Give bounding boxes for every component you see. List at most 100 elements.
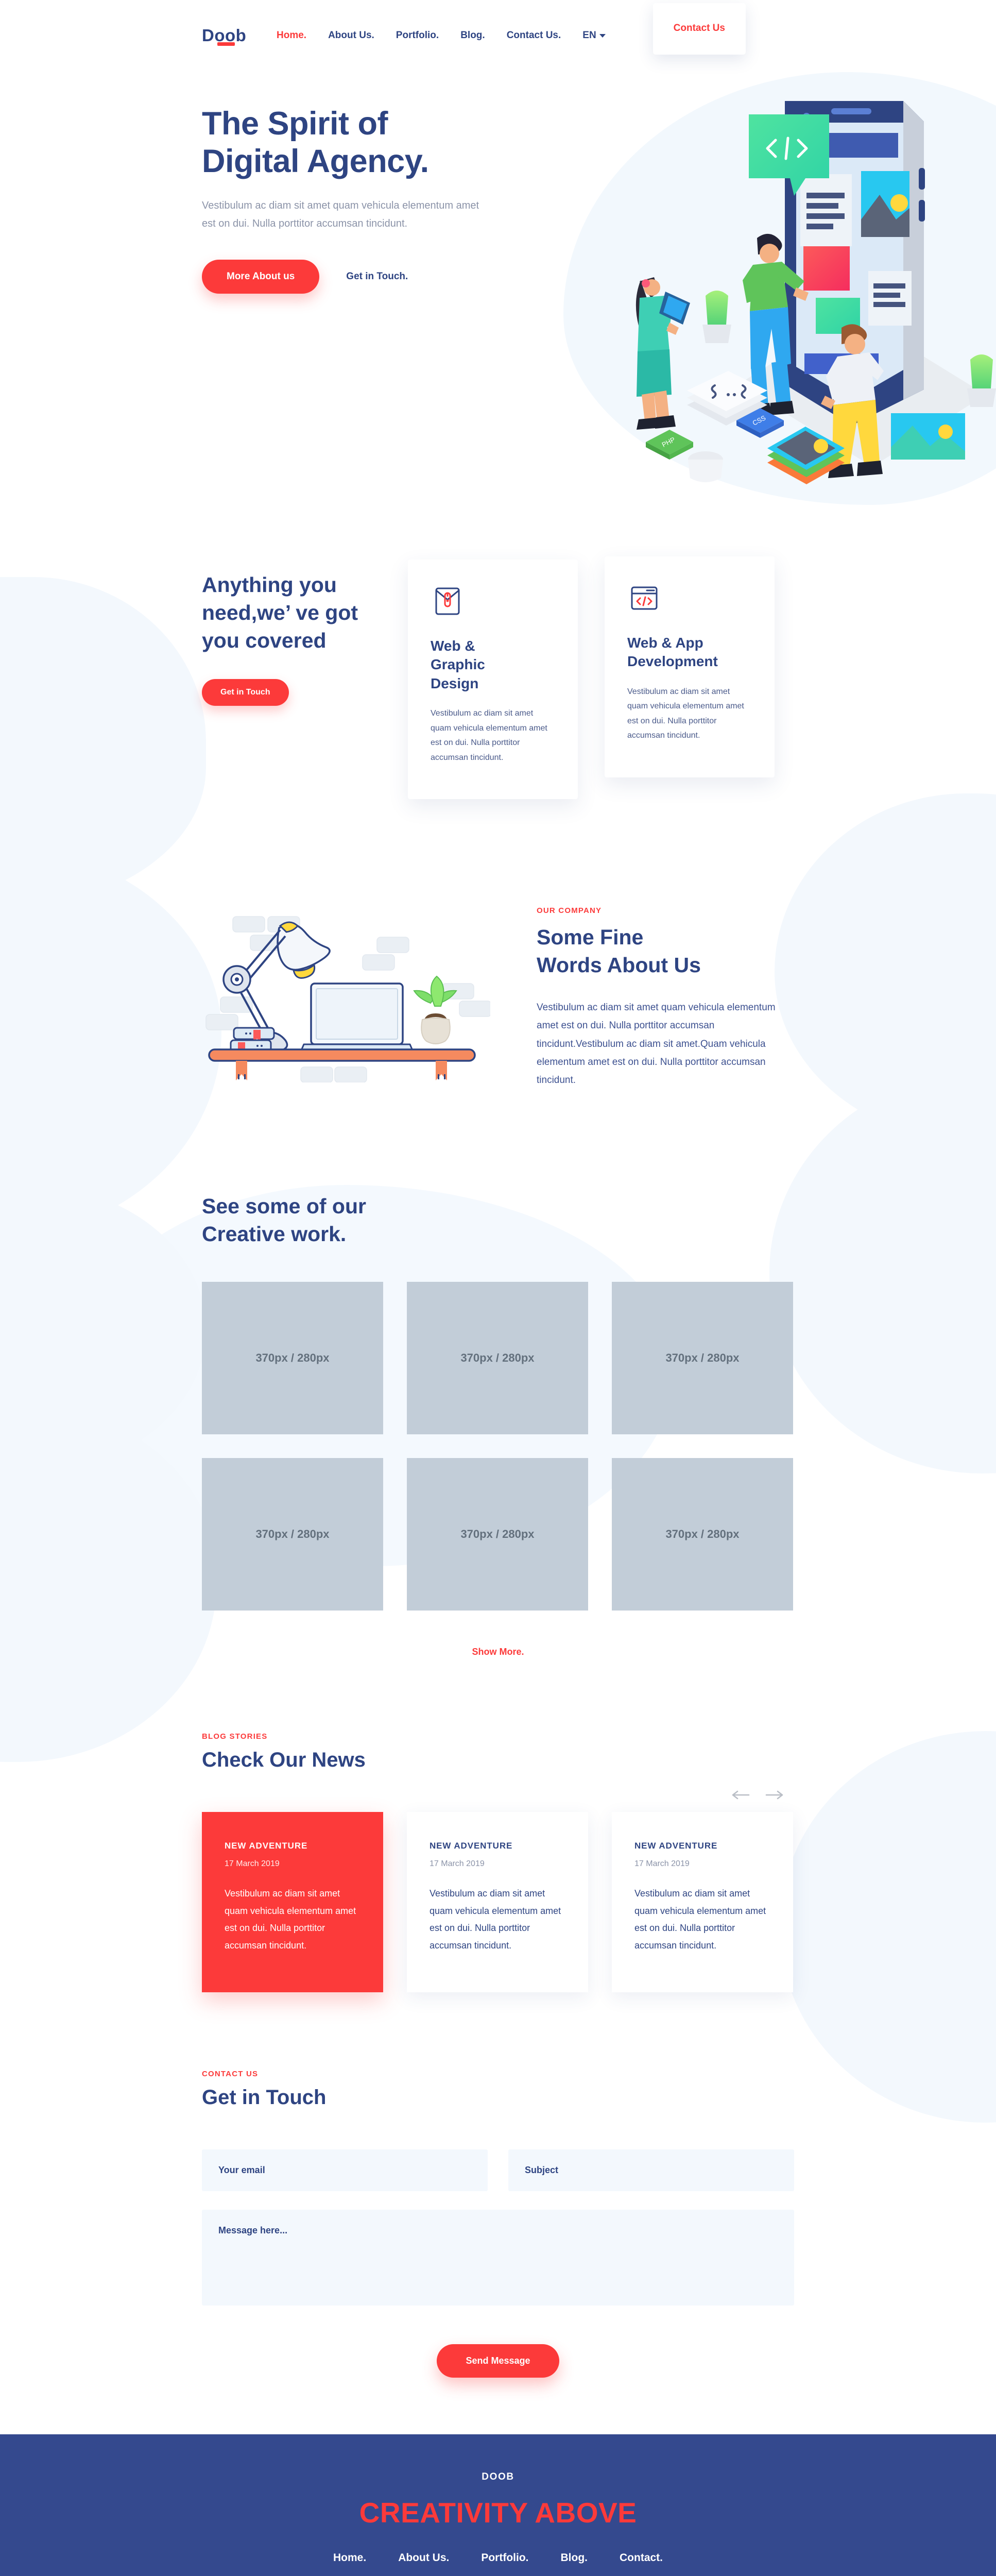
portfolio-item[interactable]: 370px / 280px — [407, 1282, 588, 1435]
nav-item-about-us[interactable]: About Us. — [328, 30, 374, 41]
blog-post-text: Vestibulum ac diam sit amet quam vehicul… — [634, 1888, 766, 1951]
nav-item-contact-us[interactable]: Contact Us. — [507, 30, 561, 41]
blog-eyebrow: BLOG STORIES — [202, 1732, 268, 1741]
more-about-us-button[interactable]: More About us — [202, 260, 320, 294]
services-heading-line3: you covered — [202, 629, 327, 653]
service-card-design-title-line1: Web & — [431, 638, 475, 654]
blog-header: BLOG STORIES Check Our News — [202, 1732, 794, 1800]
service-card-design-title: Web & Graphic Design — [431, 637, 555, 693]
blog-post-tag: NEW ADVENTURE — [430, 1841, 513, 1851]
get-in-touch-link[interactable]: Get in Touch. — [346, 271, 408, 282]
subject-field[interactable] — [508, 2149, 794, 2192]
contact-title: Get in Touch — [202, 2086, 327, 2109]
portfolio-item[interactable]: 370px / 280px — [407, 1458, 588, 1611]
footer-brand: DOOB — [482, 2471, 514, 2483]
service-card-development[interactable]: Web & App Development Vestibulum ac diam… — [605, 556, 775, 777]
service-card-design-title-line3: Design — [431, 675, 479, 691]
about-copy: OUR COMPANY Some Fine Words About Us Ves… — [537, 897, 794, 1089]
services-heading-line1: Anything you — [202, 573, 337, 597]
contact-eyebrow: CONTACT US — [202, 2070, 259, 2079]
submit-container: Send Message — [202, 2344, 794, 2378]
show-more-container: Show More. — [202, 1647, 794, 1657]
hero-section: The Spirit of Digital Agency. Vestibulum… — [0, 55, 996, 539]
service-card-development-text: Vestibulum ac diam sit amet quam vehicul… — [627, 687, 744, 740]
blog-post-tag: NEW ADVENTURE — [225, 1841, 308, 1851]
contact-section: CONTACT US Get in Touch Send Message — [0, 1992, 996, 2434]
blog-post-date: 17 March 2019 — [430, 1859, 485, 1869]
blog-carousel-controls — [730, 1789, 785, 1801]
service-card-design-text: Vestibulum ac diam sit amet quam vehicul… — [431, 709, 547, 762]
portfolio-heading: See some of our Creative work. — [202, 1192, 794, 1248]
service-card-development-title: Web & App Development — [627, 634, 752, 671]
show-more-link[interactable]: Show More. — [472, 1647, 524, 1657]
hero-illustration: CSS PHP — [563, 65, 996, 518]
site-footer: DOOB CREATIVITY ABOVE Home. About Us. Po… — [0, 2434, 996, 2576]
logo-underline-accent — [217, 42, 235, 46]
blog-grid: NEW ADVENTURE 17 March 2019 Vestibulum a… — [202, 1812, 794, 1993]
arrow-left-icon[interactable] — [730, 1789, 750, 1801]
contact-form: Send Message — [202, 2149, 794, 2378]
about-title-line1: Some Fine — [537, 925, 644, 950]
portfolio-item[interactable]: 370px / 280px — [202, 1458, 383, 1611]
blog-post-date: 17 March 2019 — [225, 1859, 280, 1869]
about-title: Some Fine Words About Us — [537, 923, 794, 979]
header-contact-button[interactable]: Contact Us — [652, 3, 746, 55]
services-section: Anything you need,we’ ve got you covered… — [0, 539, 996, 800]
footer-nav-about-us[interactable]: About Us. — [398, 2552, 449, 2564]
services-heading-line2: need,we’ ve got — [202, 601, 358, 625]
language-label: EN — [582, 30, 596, 41]
arrow-right-icon[interactable] — [765, 1789, 785, 1801]
hero-title: The Spirit of Digital Agency. — [202, 105, 506, 180]
message-field[interactable] — [202, 2210, 794, 2306]
footer-nav-contact[interactable]: Contact. — [620, 2552, 663, 2564]
envelope-pen-icon — [431, 584, 465, 618]
page-root: Doob Home. About Us. Portfolio. Blog. Co… — [0, 0, 996, 2576]
hero-actions: More About us Get in Touch. — [202, 260, 506, 294]
service-card-development-title-line1: Web & App — [627, 635, 703, 651]
hero-subtitle: Vestibulum ac diam sit amet quam vehicul… — [202, 200, 479, 230]
footer-nav-home[interactable]: Home. — [333, 2552, 366, 2564]
blog-post-date: 17 March 2019 — [634, 1859, 690, 1869]
nav-item-blog[interactable]: Blog. — [460, 30, 485, 41]
service-card-design[interactable]: Web & Graphic Design Vestibulum ac diam … — [408, 560, 578, 800]
blog-post-card[interactable]: NEW ADVENTURE 17 March 2019 Vestibulum a… — [612, 1812, 793, 1993]
portfolio-item[interactable]: 370px / 280px — [612, 1282, 793, 1435]
footer-nav-blog[interactable]: Blog. — [561, 2552, 588, 2564]
nav-item-portfolio[interactable]: Portfolio. — [396, 30, 439, 41]
services-intro: Anything you need,we’ ve got you covered… — [202, 560, 408, 706]
portfolio-heading-line1: See some of our — [202, 1194, 366, 1218]
chevron-down-icon — [599, 33, 606, 38]
blog-post-card[interactable]: NEW ADVENTURE 17 March 2019 Vestibulum a… — [202, 1812, 383, 1993]
hero-copy: The Spirit of Digital Agency. Vestibulum… — [202, 105, 506, 294]
hero-title-line1: The Spirit of — [202, 106, 388, 142]
nav-item-home[interactable]: Home. — [277, 30, 306, 41]
blog-post-text: Vestibulum ac diam sit amet quam vehicul… — [225, 1888, 356, 1951]
hero-title-line2: Digital Agency. — [202, 143, 429, 180]
blog-post-card[interactable]: NEW ADVENTURE 17 March 2019 Vestibulum a… — [407, 1812, 588, 1993]
about-illustration — [202, 897, 492, 1100]
portfolio-item[interactable]: 370px / 280px — [612, 1458, 793, 1611]
site-header: Doob Home. About Us. Portfolio. Blog. Co… — [0, 0, 996, 55]
blog-title: Check Our News — [202, 1749, 366, 1772]
footer-slogan: CREATIVITY ABOVE — [359, 2497, 637, 2529]
portfolio-section: See some of our Creative work. 370px / 2… — [0, 1089, 996, 1657]
about-eyebrow: OUR COMPANY — [537, 906, 602, 916]
site-logo[interactable]: Doob — [202, 24, 277, 46]
services-get-in-touch-button[interactable]: Get in Touch — [202, 679, 289, 706]
about-title-line2: Words About Us — [537, 953, 701, 977]
language-selector[interactable]: EN — [582, 30, 606, 41]
blog-section: BLOG STORIES Check Our News NEW ADVENTUR… — [0, 1657, 996, 1993]
code-window-icon — [627, 581, 661, 615]
send-message-button[interactable]: Send Message — [437, 2344, 559, 2378]
about-text: Vestibulum ac diam sit amet quam vehicul… — [537, 1002, 776, 1086]
services-heading: Anything you need,we’ ve got you covered — [202, 571, 408, 654]
email-field[interactable] — [202, 2149, 488, 2192]
about-section: OUR COMPANY Some Fine Words About Us Ves… — [0, 799, 996, 1100]
portfolio-item[interactable]: 370px / 280px — [202, 1282, 383, 1435]
portfolio-grid: 370px / 280px 370px / 280px 370px / 280p… — [202, 1282, 794, 1611]
service-card-development-title-line2: Development — [627, 653, 718, 670]
blog-post-text: Vestibulum ac diam sit amet quam vehicul… — [430, 1888, 561, 1951]
service-card-design-title-line2: Graphic — [431, 656, 485, 673]
footer-nav-portfolio[interactable]: Portfolio. — [481, 2552, 528, 2564]
footer-navigation: Home. About Us. Portfolio. Blog. Contact… — [0, 2552, 996, 2564]
